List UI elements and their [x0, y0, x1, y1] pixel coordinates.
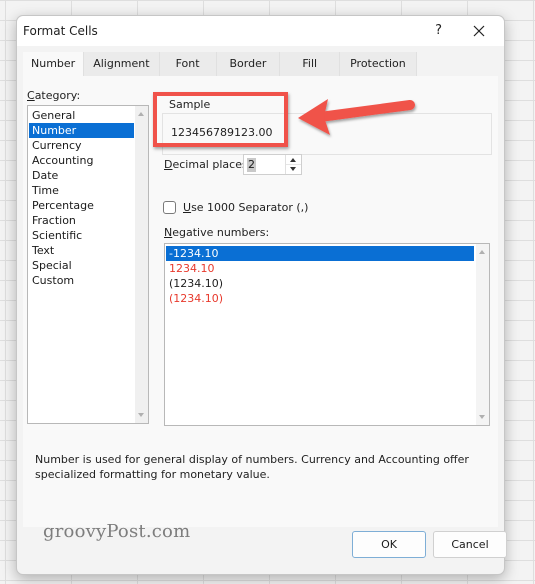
tab-alignment[interactable]: Alignment: [84, 52, 160, 76]
category-item-general[interactable]: General: [29, 108, 134, 123]
category-list[interactable]: General Number Currency Accounting Date Time P…: [27, 105, 149, 424]
tab-fill[interactable]: Fill: [280, 52, 341, 76]
negative-format-option[interactable]: (1234.10): [166, 291, 474, 306]
category-item-scientific[interactable]: Scientific: [29, 228, 134, 243]
negative-label-text: egative numbers:: [172, 226, 270, 239]
separator-label-text: se 1000 Separator (,): [191, 201, 309, 214]
close-x-icon: [473, 25, 485, 37]
stepper-buttons: [285, 155, 301, 174]
category-item-date[interactable]: Date: [29, 168, 134, 183]
negative-format-option[interactable]: 1234.10: [166, 261, 474, 276]
stepper-divider: [286, 164, 301, 165]
category-item-number[interactable]: Number: [29, 123, 134, 138]
decimal-places-stepper[interactable]: 2: [243, 154, 302, 175]
decimal-label-text: ecimal places:: [172, 158, 252, 171]
thousand-separator-label[interactable]: Use 1000 Separator (,): [183, 201, 308, 214]
negative-numbers-label: Negative numbers:: [164, 226, 269, 239]
ok-button[interactable]: OK: [352, 531, 426, 558]
negative-numbers-list[interactable]: -1234.10 1234.10 (1234.10) (1234.10): [164, 243, 490, 426]
category-item-fraction[interactable]: Fraction: [29, 213, 134, 228]
category-accel: C: [27, 89, 35, 102]
scroll-down-arrow-icon[interactable]: [138, 413, 144, 417]
category-item-currency[interactable]: Currency: [29, 138, 134, 153]
scroll-up-arrow-icon[interactable]: [479, 250, 485, 254]
category-item-accounting[interactable]: Accounting: [29, 153, 134, 168]
tab-font[interactable]: Font: [159, 52, 217, 76]
separator-accel: U: [183, 201, 192, 214]
category-item-special[interactable]: Special: [29, 258, 134, 273]
category-label: Category:: [27, 89, 80, 102]
tab-border[interactable]: Border: [216, 52, 281, 76]
category-items: General Number Currency Accounting Date Time P…: [28, 106, 148, 288]
category-item-custom[interactable]: Custom: [29, 273, 134, 288]
thousand-separator-checkbox[interactable]: [163, 201, 176, 214]
negative-scrollbar[interactable]: [476, 244, 489, 425]
negative-items: -1234.10 1234.10 (1234.10) (1234.10): [165, 244, 489, 306]
watermark: groovyPost.com: [43, 521, 191, 542]
sample-label: Sample: [168, 98, 212, 111]
help-button[interactable]: ?: [435, 23, 442, 38]
category-label-text: ategory:: [34, 89, 81, 102]
sample-group: Sample 123456789123.00: [162, 98, 492, 155]
category-item-time[interactable]: Time: [29, 183, 134, 198]
decimal-places-label: Decimal places:: [164, 158, 251, 171]
category-description: Number is used for general display of nu…: [35, 453, 469, 481]
category-item-text[interactable]: Text: [29, 243, 134, 258]
cancel-button[interactable]: Cancel: [433, 531, 507, 558]
tab-strip: Number Alignment Font Border Fill Protec…: [23, 52, 417, 77]
negative-format-option[interactable]: -1234.10: [166, 246, 474, 261]
tab-number[interactable]: Number: [23, 52, 85, 77]
close-button[interactable]: [468, 20, 490, 42]
scroll-down-arrow-icon[interactable]: [479, 415, 485, 419]
stepper-down-icon[interactable]: [290, 167, 296, 171]
scroll-up-arrow-icon[interactable]: [138, 112, 144, 116]
category-scrollbar[interactable]: [135, 106, 148, 423]
title-bar: Format Cells ?: [17, 16, 504, 46]
category-item-percentage[interactable]: Percentage: [29, 198, 134, 213]
negative-accel: N: [164, 226, 173, 239]
decimal-places-value[interactable]: 2: [247, 158, 256, 172]
dialog-title: Format Cells: [23, 24, 98, 38]
tab-protection[interactable]: Protection: [340, 52, 417, 76]
negative-format-option[interactable]: (1234.10): [166, 276, 474, 291]
stepper-up-icon[interactable]: [290, 158, 296, 162]
number-tab-panel: Category: General Number Currency Accountin…: [23, 76, 498, 527]
sample-value: 123456789123.00: [171, 126, 273, 139]
format-cells-dialog: Format Cells ? Number Alignment Font Bor…: [16, 15, 507, 575]
